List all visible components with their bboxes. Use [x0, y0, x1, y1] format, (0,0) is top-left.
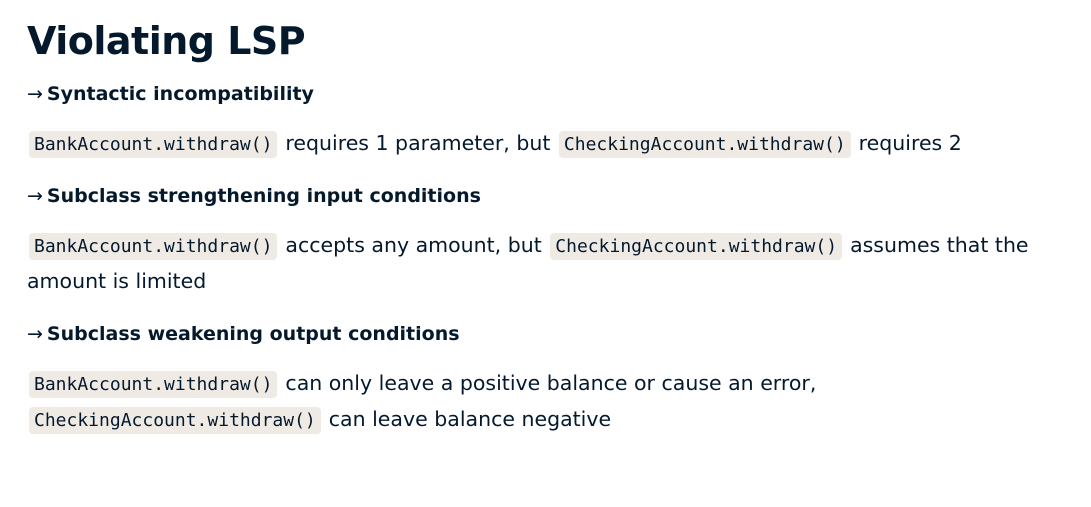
section-heading-label: Subclass weakening output conditions [46, 323, 460, 345]
section-heading-output-conditions: → Subclass weakening output conditions [27, 321, 1091, 347]
section-paragraph-syntactic: BankAccount.withdraw() requires 1 paramet… [27, 126, 1067, 162]
page-title: Violating LSP [27, 19, 306, 63]
paragraph-text: requires 2 [858, 131, 962, 155]
section-paragraph-output-conditions: BankAccount.withdraw() can only leave a p… [27, 366, 1067, 438]
section-heading-input-conditions: → Subclass strengthening input conditions [27, 183, 1091, 209]
slide: Violating LSP → Syntactic incompatibility… [0, 0, 1091, 507]
code-snippet: BankAccount.withdraw() [29, 131, 278, 158]
code-snippet: CheckingAccount.withdraw() [558, 131, 851, 158]
arrow-icon: → [27, 323, 43, 345]
section-paragraph-input-conditions: BankAccount.withdraw() accepts any amount… [27, 228, 1067, 299]
code-snippet: CheckingAccount.withdraw() [29, 407, 321, 434]
arrow-icon: → [27, 185, 43, 207]
paragraph-text: can leave balance negative [328, 407, 612, 431]
code-snippet: BankAccount.withdraw() [29, 371, 278, 398]
section-heading-label: Syntactic incompatibility [46, 83, 314, 105]
section-heading-label: Subclass strengthening input conditions [46, 185, 481, 207]
paragraph-text: can only leave a positive balance or cau… [285, 371, 817, 395]
paragraph-text: requires 1 parameter, but [285, 131, 551, 155]
code-snippet: CheckingAccount.withdraw() [550, 233, 843, 260]
paragraph-text: accepts any amount, but [285, 233, 542, 257]
code-snippet: BankAccount.withdraw() [29, 233, 278, 260]
arrow-icon: → [27, 83, 43, 105]
section-heading-syntactic: → Syntactic incompatibility [27, 81, 1091, 107]
